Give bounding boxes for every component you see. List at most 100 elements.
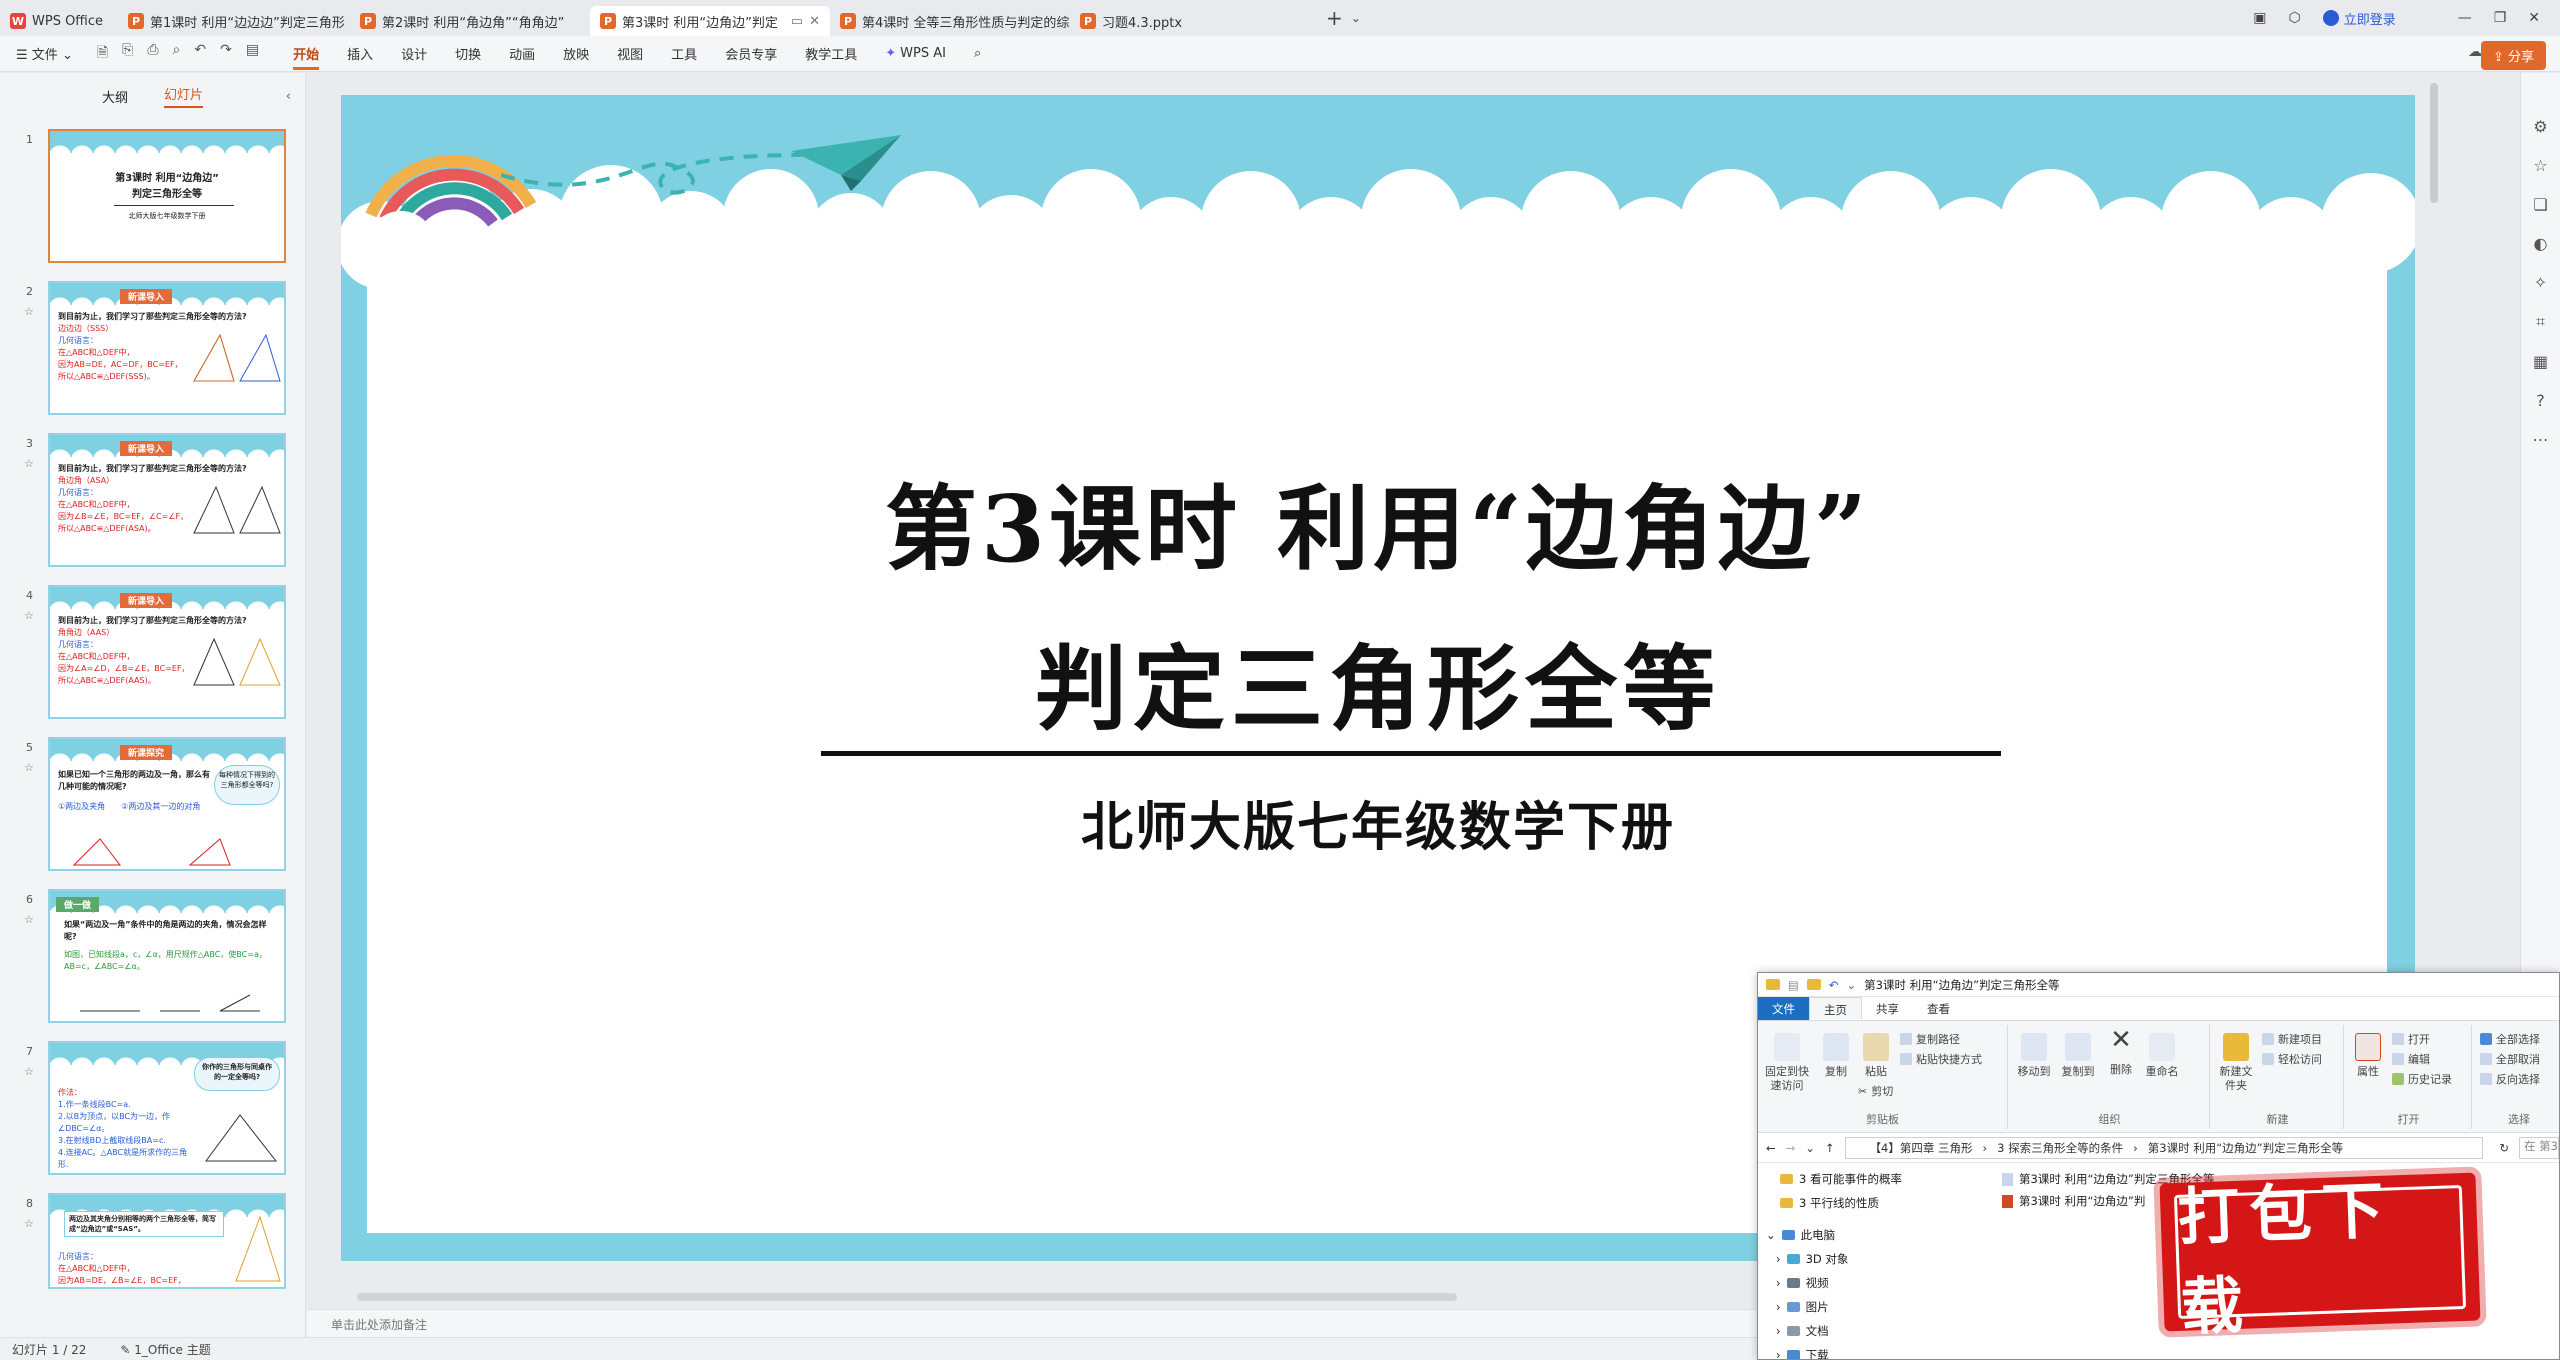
file-item[interactable]: 第3课时 利用“边角边”判 <box>2002 1193 2145 1209</box>
help-icon[interactable]: ? <box>2536 391 2545 410</box>
tree-item[interactable]: 3 平行线的性质 <box>1780 1195 1879 1211</box>
forward-icon[interactable]: → <box>1786 1141 1796 1155</box>
tab-home[interactable]: 主页 <box>1809 997 1862 1020</box>
slide-thumbnail[interactable]: 新课导入 到目前为止，我们学习了那些判定三角形全等的方法? 角角边（AAS） 几… <box>48 585 286 719</box>
menu-slideshow[interactable]: 放映 <box>563 44 589 63</box>
horizontal-scrollbar[interactable] <box>327 1293 1727 1301</box>
slide-title-line1[interactable]: 第3课时 利用“边角边” <box>341 455 2415 588</box>
back-icon[interactable]: ← <box>1766 1141 1776 1155</box>
star-icon[interactable]: ☆ <box>24 609 34 622</box>
tab-slides[interactable]: 幻灯片 <box>164 84 204 108</box>
tree-item[interactable]: › 文档 <box>1776 1323 1829 1339</box>
invert-selection-button[interactable]: 反向选择 <box>2480 1071 2540 1087</box>
menu-design[interactable]: 设计 <box>401 44 427 63</box>
expand-chevron-icon[interactable]: › <box>1776 1324 1781 1338</box>
palette-icon[interactable]: ◐ <box>2534 234 2548 253</box>
tree-item[interactable]: › 图片 <box>1776 1299 1829 1315</box>
file-menu-button[interactable]: ☰ 文件 ⌄ <box>16 44 73 63</box>
slide-subtitle[interactable]: 北师大版七年级数学下册 <box>341 785 2415 860</box>
qa-properties-icon[interactable]: ▤ <box>1788 978 1799 992</box>
star-icon[interactable]: ☆ <box>24 305 34 318</box>
tab-view[interactable]: 查看 <box>1913 997 1964 1020</box>
breadcrumb-item[interactable]: 【4】第四章 三角形 <box>1870 1140 1973 1156</box>
up-icon[interactable]: ↑ <box>1825 1141 1835 1155</box>
menu-view[interactable]: 视图 <box>617 44 643 63</box>
tree-item[interactable]: ⌄ 此电脑 <box>1766 1227 1835 1243</box>
select-none-button[interactable]: 全部取消 <box>2480 1051 2540 1067</box>
open-button[interactable]: 打开 <box>2392 1031 2430 1047</box>
redo-icon[interactable]: ↷ <box>220 42 232 66</box>
cloud-sync-icon[interactable]: ☁ <box>2468 44 2482 60</box>
slide-thumbnail[interactable]: 新课导入 到目前为止，我们学习了那些判定三角形全等的方法? 边边边（SSS） 几… <box>48 281 286 415</box>
restore-icon[interactable]: ❐ <box>2494 10 2507 26</box>
chevron-down-icon[interactable]: ⌄ <box>1351 11 1361 25</box>
collapse-panel-icon[interactable]: ‹ <box>286 89 291 104</box>
tab-document-4[interactable]: P 第4课时 全等三角形性质与判定的综 <box>830 6 1070 36</box>
slide-title-line2[interactable]: 判定三角形全等 <box>341 615 2415 748</box>
star-icon[interactable]: ☆ <box>24 1065 34 1078</box>
copy-path-button[interactable]: 复制路径 <box>1900 1031 1960 1047</box>
menu-member[interactable]: 会员专享 <box>725 44 777 63</box>
print-preview-icon[interactable]: ⌕ <box>173 42 181 66</box>
download-stamp[interactable]: 打包下载 <box>2159 1172 2481 1344</box>
format-icon[interactable]: ▦ <box>2533 352 2548 371</box>
monitor-icon[interactable]: ▭ <box>791 14 803 29</box>
address-bar[interactable]: 【4】第四章 三角形 › 3 探索三角形全等的条件 › 第3课时 利用“边角边”… <box>1844 1136 2484 1159</box>
undo-icon[interactable]: ↶ <box>194 42 206 66</box>
star-icon[interactable]: ☆ <box>24 457 34 470</box>
export-pdf-icon[interactable]: ⎘ <box>122 42 133 66</box>
tab-share[interactable]: 共享 <box>1862 997 1913 1020</box>
rename-button[interactable]: 重命名 <box>2142 1033 2182 1079</box>
skin-icon[interactable]: ⬡ <box>2288 10 2300 26</box>
tab-document-3[interactable]: P 第3课时 利用“边角边”判定 ▭ ✕ <box>590 6 830 36</box>
expand-chevron-icon[interactable]: › <box>1776 1348 1781 1359</box>
tree-item[interactable]: › 3D 对象 <box>1776 1251 1848 1267</box>
tab-outline[interactable]: 大纲 <box>102 87 128 106</box>
select-all-button[interactable]: 全部选择 <box>2480 1031 2540 1047</box>
menu-insert[interactable]: 插入 <box>347 44 373 63</box>
tab-document-5[interactable]: P 习题4.3.pptx <box>1070 6 1310 36</box>
slide-thumbnail[interactable]: 两边及其夹角分别相等的两个三角形全等，简写成“边角边”或“SAS”。 几何语言：… <box>48 1193 286 1289</box>
cut-button[interactable]: ✂ 剪切 <box>1858 1083 1893 1099</box>
tab-document-1[interactable]: P 第1课时 利用“边边边”判定三角形 <box>118 6 350 36</box>
expand-chevron-icon[interactable]: ⌄ <box>1766 1228 1776 1242</box>
menu-transition[interactable]: 切换 <box>455 44 481 63</box>
scrollbar-thumb[interactable] <box>2430 83 2438 203</box>
magic-icon[interactable]: ✧ <box>2534 273 2547 292</box>
undo-icon[interactable]: ↶ <box>1829 978 1839 992</box>
expand-chevron-icon[interactable]: › <box>1776 1300 1781 1314</box>
copy-button[interactable]: 复制 <box>1818 1033 1854 1079</box>
slide-thumbnail[interactable]: 你作的三角形与同桌作的一定全等吗? 作法： 1.作一条线段BC=a. 2.以B为… <box>48 1041 286 1175</box>
breadcrumb-item[interactable]: 3 探索三角形全等的条件 <box>1997 1140 2123 1156</box>
history-button[interactable]: 历史记录 <box>2392 1071 2452 1087</box>
pin-quick-access-button[interactable]: 固定到快速访问 <box>1762 1033 1812 1093</box>
wps-ai-button[interactable]: ✦ WPS AI <box>885 46 946 61</box>
star-icon[interactable]: ☆ <box>24 761 34 774</box>
breadcrumb-item[interactable]: 第3课时 利用“边角边”判定三角形全等 <box>2148 1140 2343 1156</box>
settings-icon[interactable]: ⚙ <box>2533 117 2547 136</box>
tree-item[interactable]: 3 看可能事件的概率 <box>1780 1171 1902 1187</box>
search-icon[interactable]: ⌕ <box>974 46 981 61</box>
share-button[interactable]: ⇪ 分享 <box>2480 41 2546 70</box>
chevron-down-icon[interactable]: ⌄ <box>1847 978 1857 992</box>
tree-item[interactable]: › 视频 <box>1776 1275 1829 1291</box>
refresh-icon[interactable]: ↻ <box>2499 1141 2509 1155</box>
theme-name[interactable]: ✎ 1_Office 主题 <box>120 1341 210 1358</box>
print-icon[interactable]: ⎙ <box>147 42 158 66</box>
paste-shortcut-button[interactable]: 粘贴快捷方式 <box>1900 1051 1982 1067</box>
menu-teaching-tools[interactable]: 教学工具 <box>805 44 857 63</box>
recent-chevron-icon[interactable]: ⌄ <box>1805 1141 1815 1155</box>
new-tab-icon[interactable]: + <box>1326 6 1343 30</box>
close-window-icon[interactable]: ✕ <box>2528 10 2540 26</box>
move-to-button[interactable]: 移动到 <box>2014 1033 2054 1079</box>
crop-icon[interactable]: ⌗ <box>2536 312 2545 332</box>
notes-pane[interactable]: 单击此处添加备注 <box>307 1309 1757 1337</box>
new-item-button[interactable]: 新建项目 <box>2262 1031 2322 1047</box>
save-icon[interactable]: 🗎 <box>97 42 108 66</box>
window-layout-icon[interactable]: ▣ <box>2253 10 2266 26</box>
easy-access-button[interactable]: 轻松访问 <box>2262 1051 2322 1067</box>
minimize-icon[interactable]: — <box>2458 10 2472 26</box>
slide-thumbnail[interactable]: 做一做 如果“两边及一角”条件中的角是两边的夹角，情况会怎样呢? 如图，已知线段… <box>48 889 286 1023</box>
expand-chevron-icon[interactable]: › <box>1776 1252 1781 1266</box>
search-input[interactable]: 在 第3 <box>2519 1136 2559 1159</box>
